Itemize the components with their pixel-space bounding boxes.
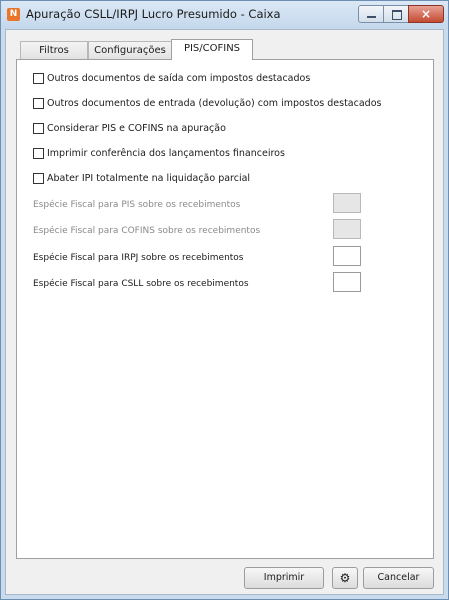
- checkbox[interactable]: [33, 172, 44, 184]
- maximize-icon: [392, 10, 402, 20]
- tab-configuracoes[interactable]: Configurações: [88, 41, 172, 59]
- minimize-icon: [367, 16, 376, 18]
- tab-filtros[interactable]: Filtros: [20, 41, 88, 59]
- close-button[interactable]: ×: [408, 5, 444, 23]
- checkbox-row-abater-ipi[interactable]: Abater IPI totalmente na liquidação parc…: [33, 171, 250, 185]
- print-button[interactable]: Imprimir: [244, 567, 324, 589]
- especie-irpj-input[interactable]: [333, 246, 361, 266]
- checkbox[interactable]: [33, 72, 44, 84]
- gear-icon: ⚙: [339, 571, 351, 585]
- especie-cofins-label: Espécie Fiscal para COFINS sobre os rece…: [33, 226, 261, 236]
- minimize-button[interactable]: [358, 5, 384, 23]
- checkbox-row-outros-entrada[interactable]: Outros documentos de entrada (devolução)…: [33, 96, 381, 110]
- checkbox-label: Outros documentos de entrada (devolução)…: [47, 97, 382, 109]
- checkbox-label: Imprimir conferência dos lançamentos fin…: [47, 147, 285, 159]
- especie-csll-input[interactable]: [333, 272, 361, 292]
- especie-csll-label: Espécie Fiscal para CSLL sobre os recebi…: [33, 279, 249, 289]
- app-icon: N: [7, 8, 20, 21]
- checkbox[interactable]: [33, 122, 44, 134]
- checkbox[interactable]: [33, 147, 44, 159]
- checkbox-label: Considerar PIS e COFINS na apuração: [47, 122, 226, 134]
- tab-pis-cofins[interactable]: PIS/COFINS: [171, 39, 253, 60]
- checkbox-row-outros-saida[interactable]: Outros documentos de saída com impostos …: [33, 71, 310, 85]
- checkbox-row-considerar-pis-cofins[interactable]: Considerar PIS e COFINS na apuração: [33, 121, 226, 135]
- tab-panel-pis-cofins: Outros documentos de saída com impostos …: [16, 59, 434, 559]
- checkbox-label: Abater IPI totalmente na liquidação parc…: [47, 172, 251, 184]
- cancel-button[interactable]: Cancelar: [363, 567, 434, 589]
- especie-cofins-input[interactable]: [333, 219, 361, 239]
- checkbox[interactable]: [33, 97, 44, 109]
- window-title: Apuração CSLL/IRPJ Lucro Presumido - Cai…: [26, 7, 281, 21]
- main-window: N Apuração CSLL/IRPJ Lucro Presumido - C…: [0, 0, 449, 600]
- especie-pis-input[interactable]: [333, 193, 361, 213]
- checkbox-row-imprimir-conferencia[interactable]: Imprimir conferência dos lançamentos fin…: [33, 146, 285, 160]
- checkbox-label: Outros documentos de saída com impostos …: [47, 72, 311, 84]
- especie-irpj-label: Espécie Fiscal para IRPJ sobre os recebi…: [33, 253, 244, 263]
- dialog-body: Filtros Configurações PIS/COFINS Outros …: [5, 29, 444, 595]
- maximize-button[interactable]: [383, 5, 409, 23]
- especie-pis-label: Espécie Fiscal para PIS sobre os recebim…: [33, 200, 241, 210]
- title-bar[interactable]: N Apuração CSLL/IRPJ Lucro Presumido - C…: [1, 1, 448, 29]
- settings-button[interactable]: ⚙: [332, 567, 358, 589]
- close-icon: ×: [420, 7, 432, 21]
